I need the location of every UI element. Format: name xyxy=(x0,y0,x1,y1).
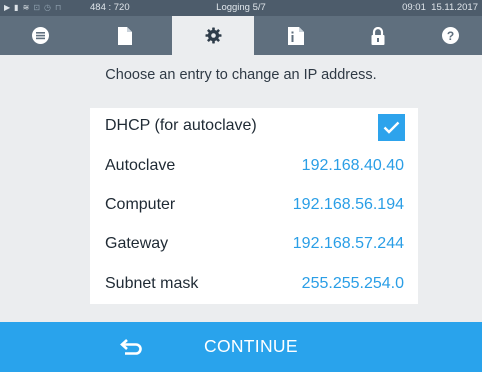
instruction-text: Choose an entry to change an IP address. xyxy=(105,67,377,83)
autoclave-label: Autoclave xyxy=(105,157,176,174)
computer-label: Computer xyxy=(105,196,176,213)
subnet-mask-label: Subnet mask xyxy=(105,275,199,292)
help-icon: ? xyxy=(441,27,459,44)
back-arrow-icon xyxy=(120,339,142,355)
document-icon xyxy=(118,26,132,45)
computer-ip-value: 192.168.56.194 xyxy=(292,196,404,213)
dhcp-label: DHCP (for autoclave) xyxy=(105,117,257,134)
tab-bar: ? xyxy=(0,16,482,55)
tab-list[interactable] xyxy=(0,16,80,55)
gateway-ip-row[interactable]: Gateway 192.168.57.244 xyxy=(90,226,418,263)
subnet-mask-row[interactable]: Subnet mask 255.255.254.0 xyxy=(90,266,418,303)
time: 09:01 xyxy=(402,2,426,13)
date: 15.11.2017 xyxy=(431,2,478,13)
gateway-label: Gateway xyxy=(105,235,169,252)
tab-help[interactable]: ? xyxy=(418,16,482,55)
status-bar: ▶ ▮ ≋ ⊡ ◷ ⊓ 484 : 720 Logging 5/7 09:01 … xyxy=(0,0,482,16)
info-document-icon xyxy=(288,26,304,45)
lock-icon xyxy=(371,26,385,45)
dhcp-row[interactable]: DHCP (for autoclave) xyxy=(90,108,418,145)
svg-text:?: ? xyxy=(446,29,453,43)
settings-gear-icon xyxy=(205,27,221,44)
checkmark-icon xyxy=(383,121,400,134)
tab-settings[interactable] xyxy=(172,16,254,55)
tab-document[interactable] xyxy=(80,16,170,55)
autoclave-ip-row[interactable]: Autoclave 192.168.40.40 xyxy=(90,148,418,185)
screen-edge xyxy=(482,0,489,372)
continue-button[interactable]: CONTINUE xyxy=(0,322,482,372)
tab-lock[interactable] xyxy=(338,16,418,55)
gateway-ip-value: 192.168.57.244 xyxy=(292,235,404,252)
dhcp-checkbox[interactable] xyxy=(378,114,405,141)
continue-label: CONTINUE xyxy=(204,336,298,356)
computer-ip-row[interactable]: Computer 192.168.56.194 xyxy=(90,187,418,224)
subnet-mask-value: 255.255.254.0 xyxy=(301,275,404,292)
autoclave-ip-value: 192.168.40.40 xyxy=(301,157,404,174)
ip-settings-list: DHCP (for autoclave) Autoclave 192.168.4… xyxy=(90,108,418,304)
screen: ▶ ▮ ≋ ⊡ ◷ ⊓ 484 : 720 Logging 5/7 09:01 … xyxy=(0,0,489,372)
date-time: 09:01 15.11.2017 xyxy=(402,2,478,13)
list-icon xyxy=(31,27,49,44)
tab-info[interactable] xyxy=(254,16,338,55)
